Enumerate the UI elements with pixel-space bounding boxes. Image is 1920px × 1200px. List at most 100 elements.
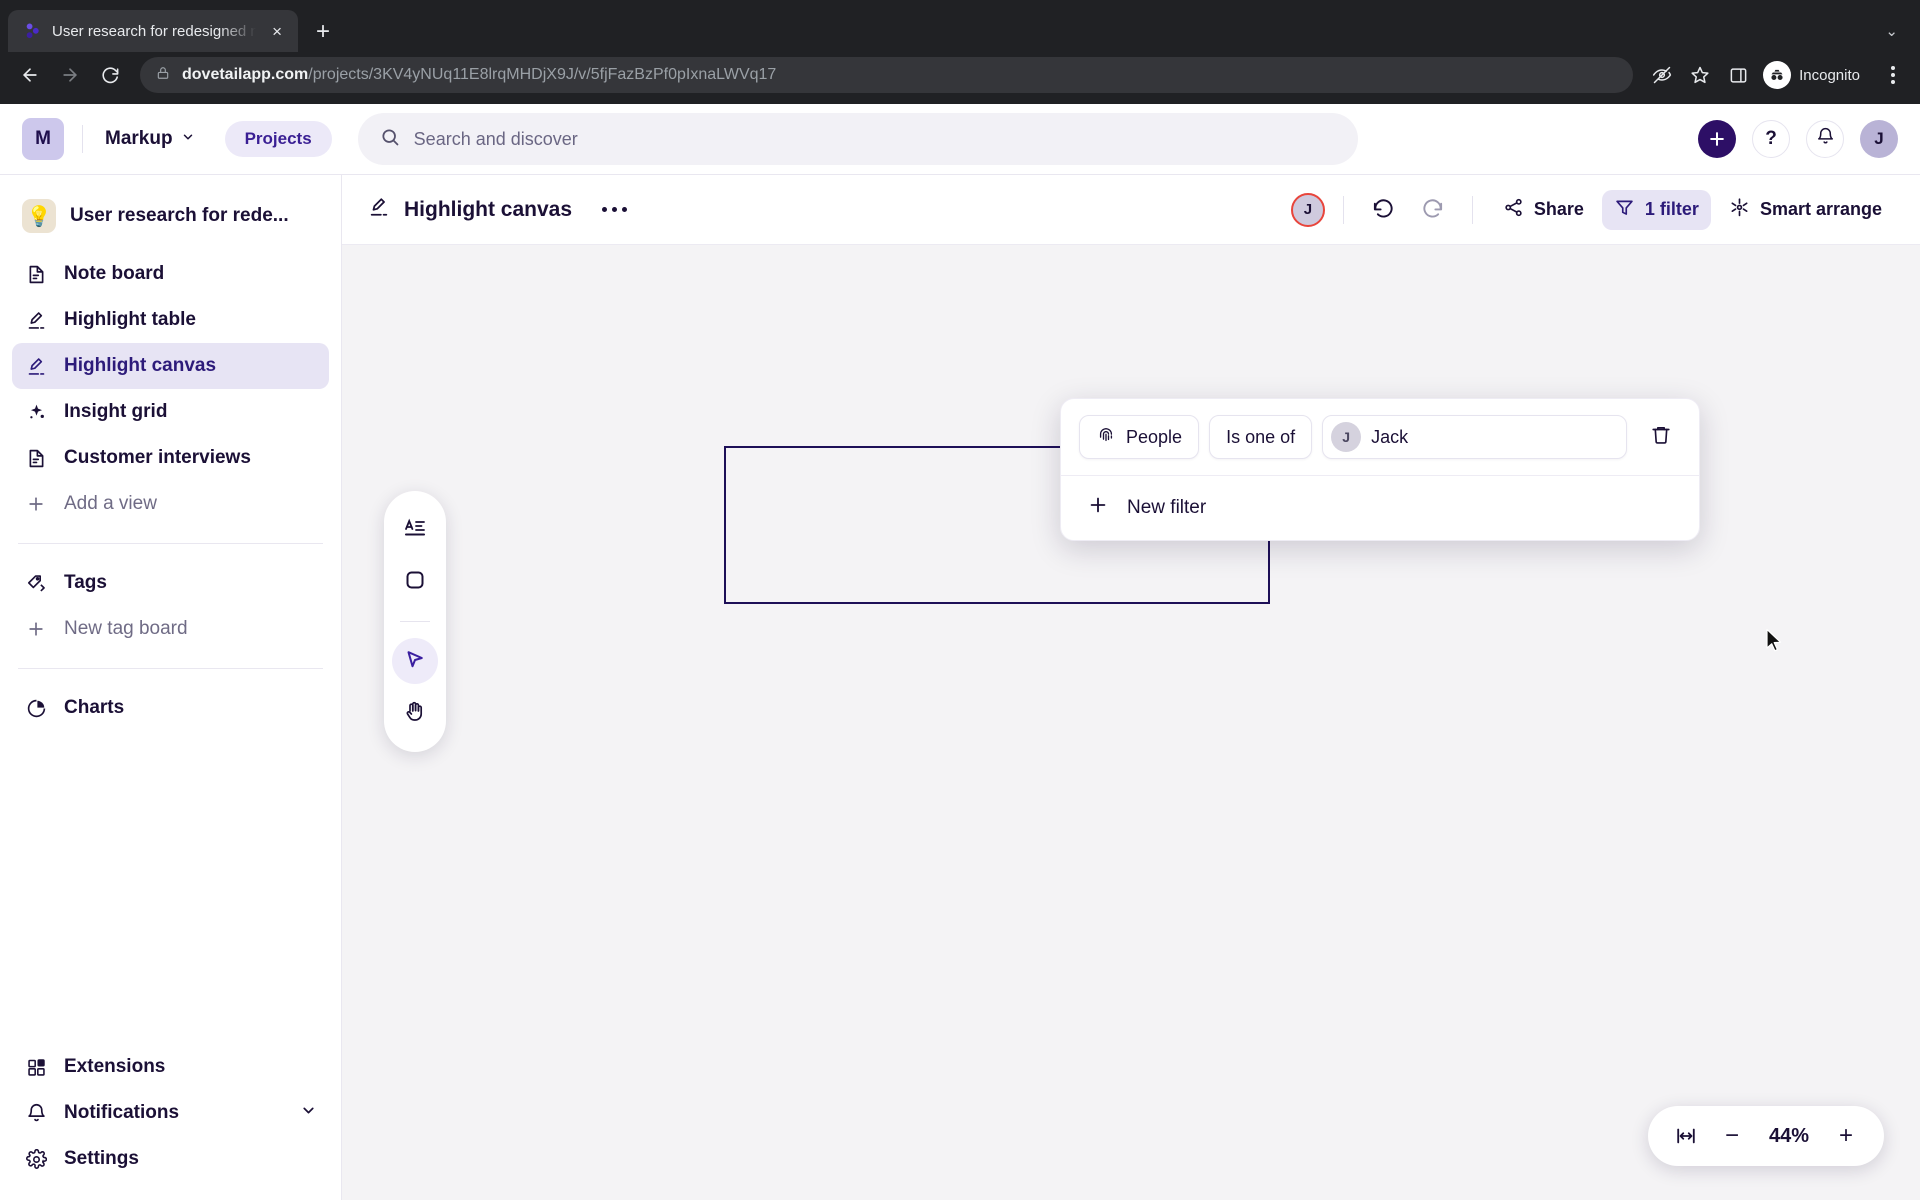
share-icon: [1503, 197, 1524, 223]
view-header: Highlight canvas J Share 1 filter Smart …: [342, 175, 1920, 245]
sidebar-item-notifications[interactable]: Notifications: [12, 1090, 329, 1136]
trash-icon: [1650, 424, 1672, 451]
filter-value-label: Jack: [1371, 426, 1409, 447]
help-label: ?: [1765, 128, 1777, 149]
filter-label: 1 filter: [1644, 199, 1699, 219]
undo-button[interactable]: [1362, 190, 1405, 230]
text-align-icon: [403, 516, 427, 545]
fit-to-width-icon[interactable]: [1666, 1116, 1706, 1156]
notifications-button[interactable]: [1806, 120, 1844, 158]
view-title-label: Highlight canvas: [404, 197, 573, 221]
canvas-tool-palette: [384, 491, 446, 752]
user-avatar[interactable]: J: [1860, 120, 1898, 158]
divider: [18, 668, 323, 669]
document-icon: [24, 262, 48, 286]
zoom-in-button[interactable]: +: [1826, 1116, 1866, 1156]
zoom-level-label[interactable]: 44%: [1758, 1125, 1820, 1148]
delete-filter-button[interactable]: [1641, 417, 1681, 457]
three-dot-menu-icon[interactable]: [1878, 66, 1908, 84]
add-view-label: Add a view: [64, 493, 157, 514]
pan-tool[interactable]: [392, 690, 438, 736]
filter-operator-select[interactable]: Is one of: [1209, 415, 1313, 459]
incognito-indicator[interactable]: Incognito: [1759, 58, 1874, 92]
url-domain: dovetailapp.com: [182, 66, 309, 83]
eye-off-icon[interactable]: [1645, 58, 1679, 92]
plus-icon: [24, 492, 48, 516]
forward-arrow-icon[interactable]: [52, 57, 88, 93]
smart-arrange-button[interactable]: Smart arrange: [1717, 190, 1894, 230]
bell-icon: [1816, 127, 1835, 151]
select-tool[interactable]: [392, 638, 438, 684]
sidebar-item-tags[interactable]: Tags: [12, 560, 329, 606]
project-name-label: User research for rede...: [70, 205, 289, 226]
sidebar-item-note-board[interactable]: Note board: [12, 251, 329, 297]
filter-funnel-icon: [1614, 197, 1635, 223]
chevron-down-icon[interactable]: ⌄: [1885, 22, 1898, 40]
page-title[interactable]: Highlight canvas: [368, 196, 572, 224]
sidebar-item-settings[interactable]: Settings: [12, 1136, 329, 1182]
url-path: /projects/3KV4yNUq11E8lrqMHDjX9J/v/5fjFa…: [308, 66, 777, 83]
sidebar-item-highlight-canvas[interactable]: Highlight canvas: [12, 343, 329, 389]
side-panel-icon[interactable]: [1721, 58, 1755, 92]
search-input[interactable]: [413, 128, 1336, 150]
highlighter-icon: [368, 196, 390, 224]
sidebar-item-label: Highlight canvas: [64, 355, 217, 376]
create-button[interactable]: [1698, 120, 1736, 158]
lightbulb-icon: 💡: [22, 199, 56, 233]
divider: [82, 125, 83, 153]
projects-tab[interactable]: Projects: [224, 121, 332, 157]
highlight-canvas[interactable]: − 44% +: [342, 245, 1920, 1200]
star-icon[interactable]: [1683, 58, 1717, 92]
sidebar-project-header[interactable]: 💡 User research for rede...: [12, 189, 329, 243]
new-tag-board-label: New tag board: [64, 618, 188, 639]
redo-button[interactable]: [1411, 190, 1454, 230]
share-label: Share: [1533, 199, 1584, 219]
search-bar[interactable]: [357, 113, 1358, 165]
presence-avatar[interactable]: J: [1290, 192, 1325, 227]
sidebar-item-extensions[interactable]: Extensions: [12, 1044, 329, 1090]
tag-icon: [24, 571, 48, 595]
sidebar-item-charts[interactable]: Charts: [12, 685, 329, 731]
add-view-button[interactable]: Add a view: [12, 481, 329, 527]
more-options-icon[interactable]: [594, 199, 635, 220]
sidebar-item-label: Extensions: [64, 1056, 166, 1077]
fingerprint-icon: [1096, 425, 1116, 450]
sidebar-item-label: Charts: [64, 697, 125, 718]
new-tab-button[interactable]: +: [316, 20, 330, 44]
dovetail-app: M Markup Projects ?: [0, 104, 1920, 1200]
highlighter-icon: [24, 354, 48, 378]
lock-icon: [156, 66, 170, 85]
search-icon: [380, 127, 400, 152]
chevron-down-icon[interactable]: [300, 1102, 317, 1125]
sidebar-item-highlight-table[interactable]: Highlight table: [12, 297, 329, 343]
close-icon[interactable]: ×: [266, 23, 288, 40]
new-tag-board-button[interactable]: New tag board: [12, 606, 329, 652]
divider: [400, 621, 430, 622]
gear-icon: [24, 1147, 48, 1171]
text-annotation-tool[interactable]: [392, 507, 438, 553]
workspace-avatar[interactable]: M: [22, 118, 64, 160]
browser-tab[interactable]: User research for redesigned n ×: [8, 10, 298, 52]
sidebar-item-customer-interviews[interactable]: Customer interviews: [12, 435, 329, 481]
filter-button[interactable]: 1 filter: [1601, 189, 1711, 230]
redo-icon: [1421, 196, 1444, 224]
filter-row: People Is one of J Jack: [1061, 399, 1699, 475]
sidebar-item-insight-grid[interactable]: Insight grid: [12, 389, 329, 435]
zoom-out-button[interactable]: −: [1712, 1116, 1752, 1156]
dovetail-logo-icon: [24, 22, 42, 40]
new-filter-button[interactable]: New filter: [1061, 476, 1699, 540]
reload-icon[interactable]: [92, 57, 128, 93]
sparkle-wand-icon: [1729, 197, 1750, 223]
filter-value-select[interactable]: J Jack: [1322, 415, 1627, 459]
help-button[interactable]: ?: [1752, 120, 1790, 158]
share-button[interactable]: Share: [1491, 190, 1596, 230]
sidebar-footer: Extensions Notifications Settings: [12, 1044, 329, 1200]
filter-field-label: People: [1126, 426, 1183, 447]
incognito-glasses-icon: [1763, 61, 1792, 89]
back-arrow-icon[interactable]: [12, 57, 48, 93]
shape-tool[interactable]: [392, 559, 438, 605]
filter-field-select[interactable]: People: [1079, 415, 1200, 459]
workspace-switcher[interactable]: Markup: [101, 122, 199, 156]
address-bar[interactable]: dovetailapp.com/projects/3KV4yNUq11E8lrq…: [140, 57, 1634, 93]
